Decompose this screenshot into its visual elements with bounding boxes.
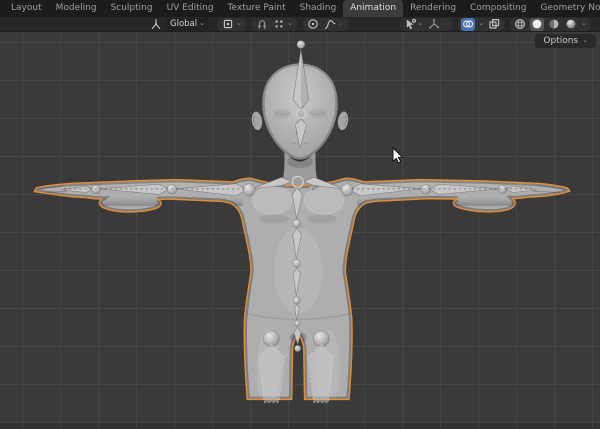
shading-wireframe-icon[interactable] [513,18,527,31]
options-label: Options [543,36,578,46]
snap-magnet-icon[interactable] [255,18,269,31]
shading-solid-icon[interactable] [530,18,544,31]
armature[interactable] [62,41,537,403]
shading-rendered-icon[interactable] [564,18,578,31]
orientation-dropdown[interactable]: Global ⌄ [166,18,209,31]
tab-layout[interactable]: Layout [4,0,49,17]
viewport-header: Global ⌄ ⌄ [0,17,600,32]
blender-window: Layout Modeling Sculpting UV Editing Tex… [0,0,600,429]
chevron-down-icon: ⌄ [236,20,242,27]
chevron-down-icon: ⌄ [287,20,293,27]
tab-rendering[interactable]: Rendering [403,0,463,17]
transform-orientation-icon[interactable] [149,18,163,31]
tab-uv-editing[interactable]: UV Editing [160,0,221,17]
topbar: Layout Modeling Sculpting UV Editing Tex… [0,0,600,17]
tab-modeling[interactable]: Modeling [49,0,104,17]
overlays-icon[interactable] [461,18,475,31]
tab-geometry-nodes[interactable]: Geometry Nodes [533,0,600,17]
character-body-mesh[interactable] [30,176,572,406]
tab-compositing[interactable]: Compositing [463,0,533,17]
viewport-3d[interactable]: Options ⌄ [0,32,600,429]
chevron-down-icon: ⌄ [199,20,205,27]
proportional-editing-icon[interactable] [306,18,320,31]
snap-target-icon[interactable]: ⌄ [272,18,294,31]
tab-shading[interactable]: Shading [293,0,344,17]
chevron-down-icon: ⌄ [478,20,484,27]
chevron-down-icon: ⌄ [338,20,344,27]
options-dropdown[interactable]: Options ⌄ [535,34,596,48]
chevron-down-icon: ⌄ [442,20,448,27]
object-visibility-icon[interactable]: ⌄ [403,18,425,31]
falloff-curve-icon[interactable]: ⌄ [323,18,345,31]
chevron-down-icon: ⌄ [581,20,587,27]
tab-texture-paint[interactable]: Texture Paint [221,0,293,17]
chevron-down-icon: ⌄ [582,37,588,44]
gizmo-icon[interactable]: ⌄ [427,18,449,31]
orientation-label: Global [170,19,197,29]
tab-animation[interactable]: Animation [343,0,403,17]
shading-material-icon[interactable] [547,18,561,31]
workspace-tabs: Layout Modeling Sculpting UV Editing Tex… [0,0,600,17]
scene-render [0,32,600,429]
pivot-point-icon[interactable]: ⌄ [221,18,243,31]
xray-icon[interactable] [487,18,501,31]
chevron-down-icon: ⌄ [418,20,424,27]
tab-sculpting[interactable]: Sculpting [104,0,160,17]
